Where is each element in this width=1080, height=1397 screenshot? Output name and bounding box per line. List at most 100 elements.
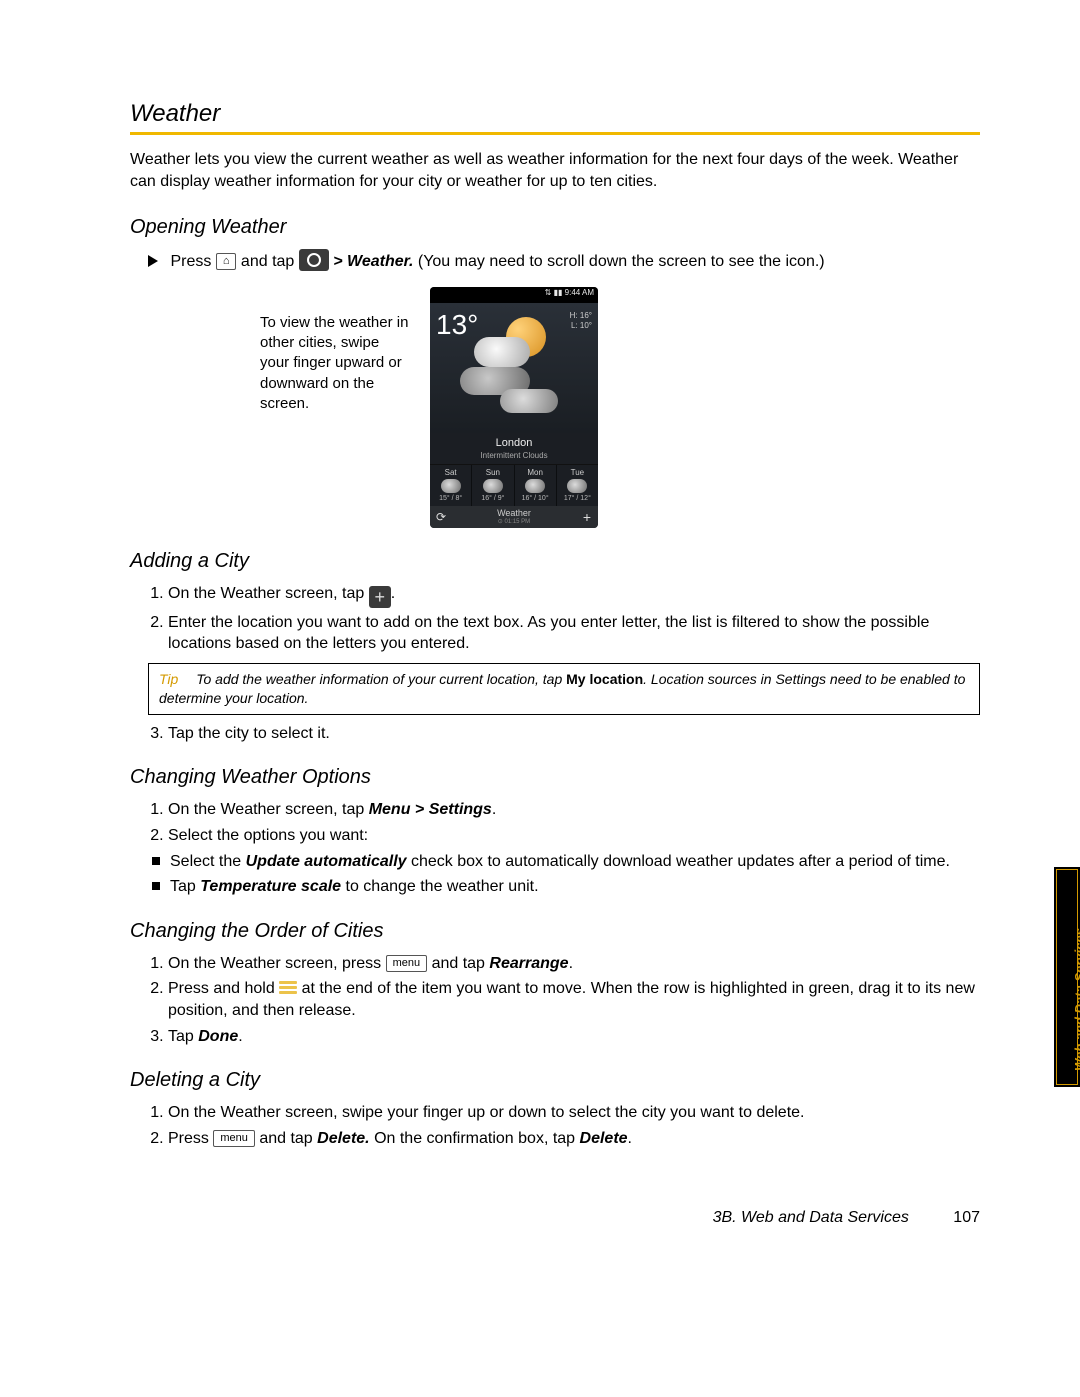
phone-condition: Intermittent Clouds [430, 451, 598, 465]
tip-text-a: To add the weather information of your c… [196, 671, 566, 687]
deleting-step2-d: . [628, 1130, 632, 1147]
signal-icon: ⇅ ▮▮ [545, 288, 563, 297]
phone-weather-panel: 13° H: 16° L: 10° [430, 303, 598, 433]
phone-hilo: H: 16° L: 10° [570, 311, 592, 332]
status-time: 9:44 AM [565, 288, 594, 297]
forecast-cloud-icon [567, 479, 587, 493]
refresh-icon: ⟳ [430, 510, 452, 524]
deleting-step2-c: On the confirmation box, tap [370, 1130, 580, 1147]
footer-section: 3B. Web and Data Services [713, 1209, 909, 1226]
section-side-tab: Web and Data Services [1054, 867, 1080, 1087]
footer-page-number: 107 [953, 1209, 980, 1226]
phone-bottombar: ⟳ Weather ⊙ 01:15 PM + [430, 506, 598, 528]
plus-icon: + [369, 586, 391, 608]
page-footer: 3B. Web and Data Services 107 [130, 1209, 980, 1227]
order-step3-bold: Done [198, 1028, 238, 1045]
order-step1-a: On the Weather screen, press [168, 955, 386, 972]
drag-handle-icon [279, 979, 297, 996]
adding-step1-end: . [391, 585, 395, 602]
phone-city: London [430, 433, 598, 451]
adding-step1: On the Weather screen, tap +. [168, 583, 980, 608]
order-step1-b: and tap [427, 955, 489, 972]
forecast-day-name: Sun [472, 468, 513, 477]
heading-adding-city: Adding a City [130, 550, 980, 573]
opening-andtap: and tap [241, 253, 294, 270]
order-step1-c: . [569, 955, 573, 972]
phone-lo: L: 10° [570, 321, 592, 331]
forecast-temps: 16° / 10° [515, 495, 556, 502]
options-step1-b: . [492, 801, 496, 818]
opening-step: Press ⌂ and tap > Weather. (You may need… [148, 249, 980, 273]
phone-temp: 13° [436, 309, 478, 341]
phone-bottom-label-text: Weather [497, 508, 531, 518]
forecast-temps: 15° / 8° [430, 495, 471, 502]
phone-bottom-label: Weather ⊙ 01:15 PM [452, 508, 576, 525]
menu-key-icon: menu [386, 955, 428, 972]
tip-label: Tip [159, 671, 178, 687]
order-step3-a: Tap [168, 1028, 198, 1045]
deleting-step2-bold2: Delete [580, 1130, 628, 1147]
menu-key-icon: menu [213, 1130, 255, 1147]
order-step3: Tap Done. [168, 1026, 980, 1048]
adding-step2: Enter the location you want to add on th… [168, 612, 980, 655]
deleting-step1: On the Weather screen, swipe your finger… [168, 1102, 980, 1124]
forecast-cloud-icon [483, 479, 503, 493]
cloud-icon [474, 337, 530, 367]
title-rule [130, 132, 980, 135]
order-step1: On the Weather screen, press menu and ta… [168, 953, 980, 975]
forecast-temps: 17° / 12° [557, 495, 598, 502]
swipe-tip-text: To view the weather in other cities, swi… [260, 287, 410, 528]
home-key-icon: ⌂ [216, 253, 237, 270]
deleting-step2-b: and tap [255, 1130, 317, 1147]
page-title: Weather [130, 100, 980, 128]
order-step2: Press and hold at the end of the item yo… [168, 978, 980, 1021]
opening-press: Press [170, 253, 211, 270]
side-tab-label: Web and Data Services [1072, 928, 1080, 1071]
weather-label: Weather. [347, 253, 413, 270]
phone-forecast: Sat 15° / 8° Sun 16° / 9° Mon 16° / 10° … [430, 465, 598, 506]
cloud-icon [500, 389, 558, 413]
options-bullet1: Select the Update automatically check bo… [152, 851, 980, 873]
phone-hi: H: 16° [570, 311, 592, 321]
heading-deleting-city: Deleting a City [130, 1069, 980, 1092]
order-step1-bold: Rearrange [489, 955, 568, 972]
adding-step3: Tap the city to select it. [168, 723, 980, 745]
order-step3-b: . [238, 1028, 242, 1045]
phone-bottom-sub: ⊙ 01:15 PM [452, 518, 576, 525]
tip-box: Tip To add the weather information of yo… [148, 663, 980, 715]
options-b1-b: check box to automatically download weat… [407, 853, 950, 870]
forecast-day-name: Tue [557, 468, 598, 477]
phone-screenshot: ⇅ ▮▮ 9:44 AM 13° H: 16° L: 10° London In… [430, 287, 598, 528]
options-step2: Select the options you want: [168, 825, 980, 847]
order-step2-a: Press and hold [168, 980, 279, 997]
options-bullet2: Tap Temperature scale to change the weat… [152, 876, 980, 898]
heading-opening-weather: Opening Weather [130, 216, 980, 239]
options-step1-a: On the Weather screen, tap [168, 801, 369, 818]
forecast-cloud-icon [525, 479, 545, 493]
options-b2-bold: Temperature scale [200, 878, 341, 895]
forecast-day-name: Sat [430, 468, 471, 477]
heading-changing-options: Changing Weather Options [130, 766, 980, 789]
apps-target-icon [299, 249, 329, 271]
intro-text: Weather lets you view the current weathe… [130, 149, 980, 192]
gt-sep: > [333, 253, 342, 270]
forecast-cloud-icon [441, 479, 461, 493]
phone-statusbar: ⇅ ▮▮ 9:44 AM [430, 287, 598, 303]
forecast-temps: 16° / 9° [472, 495, 513, 502]
add-icon: + [576, 509, 598, 525]
options-step1: On the Weather screen, tap Menu > Settin… [168, 799, 980, 821]
play-arrow-icon [148, 255, 158, 267]
adding-step1-text: On the Weather screen, tap [168, 585, 364, 602]
forecast-day-name: Mon [515, 468, 556, 477]
deleting-step2-a: Press [168, 1130, 213, 1147]
deleting-step2: Press menu and tap Delete. On the confir… [168, 1128, 980, 1150]
options-b2-b: to change the weather unit. [341, 878, 538, 895]
forecast-day: Tue 17° / 12° [557, 465, 598, 506]
heading-changing-order: Changing the Order of Cities [130, 920, 980, 943]
options-b1-a: Select the [170, 853, 246, 870]
deleting-step2-bold1: Delete. [317, 1130, 369, 1147]
opening-note: (You may need to scroll down the screen … [418, 253, 825, 270]
options-step1-menu: Menu > Settings [369, 801, 492, 818]
forecast-day: Sat 15° / 8° [430, 465, 472, 506]
options-b1-bold: Update automatically [246, 853, 407, 870]
